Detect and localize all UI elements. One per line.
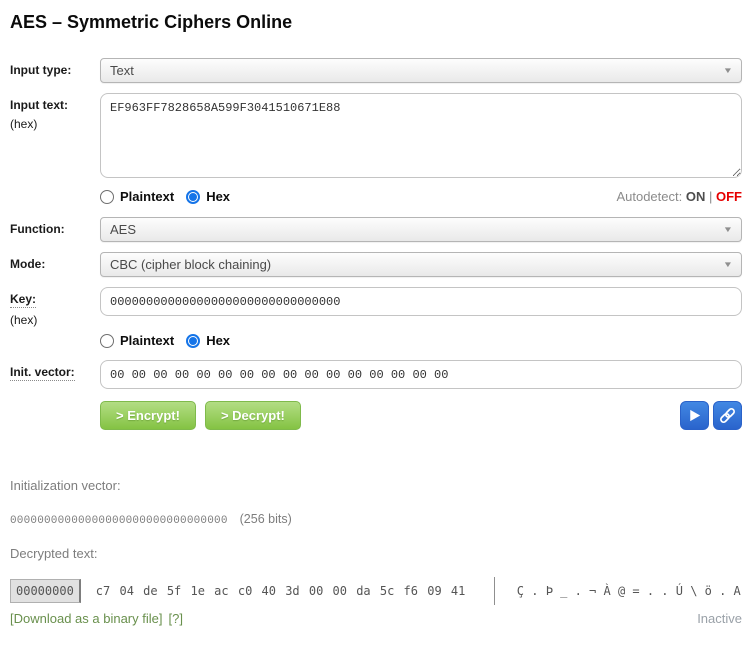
function-row: Function: AES ▼ bbox=[10, 217, 742, 242]
input-type-select[interactable]: Text ▼ bbox=[100, 58, 742, 83]
key-plaintext-radio[interactable] bbox=[100, 334, 114, 348]
init-vector-input[interactable] bbox=[100, 360, 742, 389]
input-hex-label[interactable]: Hex bbox=[206, 189, 230, 204]
autodetect-separator: | bbox=[709, 189, 712, 204]
mode-label: Mode: bbox=[10, 252, 100, 277]
hexdump-row: 00000000 c7 04 de 5f 1e ac c0 40 3d 00 0… bbox=[10, 578, 742, 604]
input-plaintext-radio[interactable] bbox=[100, 190, 114, 204]
decrypted-heading: Decrypted text: bbox=[10, 546, 742, 561]
input-text-row: Input text: (hex) EF963FF7828658A599F304… bbox=[10, 93, 742, 183]
init-vector-label: Init. vector: bbox=[10, 365, 75, 381]
input-text-label: Input text: bbox=[10, 98, 68, 112]
action-buttons-row: > Encrypt! > Decrypt! bbox=[10, 401, 742, 430]
mode-row: Mode: CBC (cipher block chaining) ▼ bbox=[10, 252, 742, 277]
hexdump-ascii: Ç . Þ _ . ¬ À @ = . . Ú \ ö . A bbox=[517, 584, 741, 598]
input-type-value: Text bbox=[110, 63, 134, 78]
input-format-row: Plaintext Hex Autodetect: ON | OFF bbox=[10, 189, 742, 204]
chevron-down-icon: ▼ bbox=[723, 260, 733, 269]
encrypt-button[interactable]: > Encrypt! bbox=[100, 401, 196, 430]
mode-value: CBC (cipher block chaining) bbox=[110, 257, 271, 272]
key-plaintext-label[interactable]: Plaintext bbox=[120, 333, 174, 348]
key-hex-label[interactable]: Hex bbox=[206, 333, 230, 348]
input-text-sublabel: (hex) bbox=[10, 117, 100, 131]
page-title: AES – Symmetric Ciphers Online bbox=[10, 12, 742, 32]
play-icon bbox=[686, 407, 703, 424]
mode-select[interactable]: CBC (cipher block chaining) ▼ bbox=[100, 252, 742, 277]
permalink-button[interactable] bbox=[713, 401, 742, 430]
init-vector-row: Init. vector: bbox=[10, 360, 742, 389]
function-value: AES bbox=[110, 222, 136, 237]
input-hex-radio[interactable] bbox=[186, 190, 200, 204]
function-select[interactable]: AES ▼ bbox=[100, 217, 742, 242]
decrypt-button[interactable]: > Decrypt! bbox=[205, 401, 301, 430]
help-link[interactable]: [?] bbox=[168, 611, 182, 626]
status-label: Inactive bbox=[697, 611, 742, 626]
chevron-down-icon: ▼ bbox=[723, 225, 733, 234]
hexdump-separator bbox=[494, 577, 495, 605]
iv-output-heading: Initialization vector: bbox=[10, 478, 742, 493]
function-label: Function: bbox=[10, 217, 100, 242]
key-format-row: Plaintext Hex bbox=[10, 333, 742, 348]
input-type-row: Input type: Text ▼ bbox=[10, 58, 742, 83]
aes-tool-page: AES – Symmetric Ciphers Online Input typ… bbox=[0, 0, 752, 645]
key-label: Key: bbox=[10, 292, 36, 308]
iv-output-value: 00000000000000000000000000000000 bbox=[10, 515, 228, 527]
download-binary-link[interactable]: [Download as a binary file] bbox=[10, 611, 162, 626]
input-plaintext-label[interactable]: Plaintext bbox=[120, 189, 174, 204]
autodetect-on-link[interactable]: ON bbox=[686, 189, 706, 204]
autodetect-control: Autodetect: ON | OFF bbox=[616, 189, 742, 204]
iv-output-size: (256 bits) bbox=[240, 512, 292, 526]
hexdump-offset: 00000000 bbox=[10, 579, 81, 603]
key-sublabel: (hex) bbox=[10, 313, 100, 327]
key-row: Key: (hex) bbox=[10, 287, 742, 327]
hexdump-bytes: c7 04 de 5f 1e ac c0 40 3d 00 00 da 5c f… bbox=[96, 584, 494, 598]
autodetect-label: Autodetect: bbox=[616, 189, 682, 204]
input-text-area[interactable]: EF963FF7828658A599F3041510671E88 bbox=[100, 93, 742, 178]
chain-link-icon bbox=[718, 406, 737, 425]
key-input[interactable] bbox=[100, 287, 742, 316]
chevron-down-icon: ▼ bbox=[723, 66, 733, 75]
autodetect-off-link[interactable]: OFF bbox=[716, 189, 742, 204]
run-button[interactable] bbox=[680, 401, 709, 430]
iv-output-line: 00000000000000000000000000000000 (256 bi… bbox=[10, 512, 742, 527]
key-hex-radio[interactable] bbox=[186, 334, 200, 348]
output-footer: [Download as a binary file] [?] Inactive bbox=[10, 611, 742, 626]
input-type-label: Input type: bbox=[10, 58, 100, 83]
